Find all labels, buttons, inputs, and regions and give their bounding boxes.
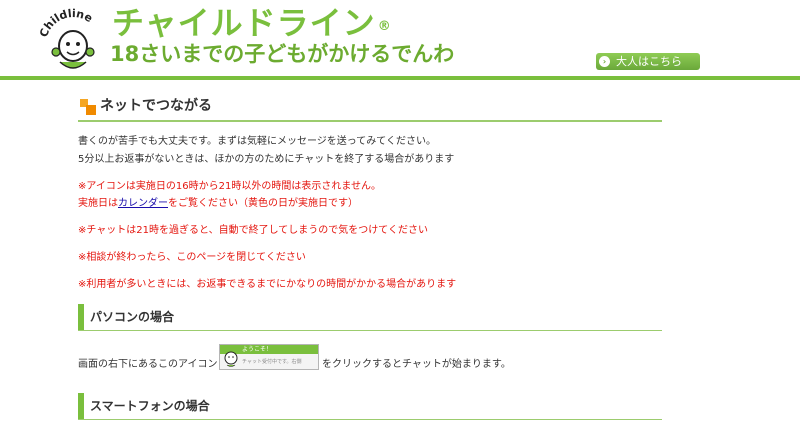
calendar-link[interactable]: カレンダー [118, 198, 168, 209]
section-title: ネットでつながる [100, 98, 212, 114]
section-heading: ネットでつながる [78, 92, 662, 122]
site-title[interactable]: チャイルドライン ® [112, 2, 392, 44]
intro-line-2: 5分以上お返事がないときは、ほかの方のためにチャットを終了する場合があります [78, 154, 455, 165]
childline-mascot-logo[interactable]: Childline [38, 4, 108, 74]
section-underline [78, 120, 662, 122]
registered-mark: ® [377, 19, 392, 34]
smartphone-heading: スマートフォンの場合 [78, 393, 662, 420]
notice-icon-hours: ※アイコンは実施日の16時から21時以外の時間は表示されません。 [78, 181, 382, 192]
intro-line-1: 書くのが苦手でも大丈夫です。まずは気軽にメッセージを送ってみてください。 [78, 136, 436, 147]
page: Childline チャイルドライン ® 18さいまでの子どもがかけるでんわ › … [0, 0, 800, 426]
smartphone-heading-underline [78, 419, 662, 420]
notice-calendar: 実施日はカレンダーをご覧ください（黄色の日が実施日です） [78, 196, 358, 212]
chat-widget-body-text: チャット受付中です。右側 [242, 359, 302, 365]
heading-bar [78, 393, 84, 419]
notice-chat-end: ※チャットは21時を過ぎると、自動で終了してしまうので気をつけてください [78, 225, 429, 236]
notice-calendar-suffix: をご覧ください（黄色の日が実施日です） [168, 198, 358, 209]
chevron-right-icon: › [599, 56, 610, 67]
notice-close-page: ※相談が終わったら、このページを閉じてください [78, 252, 306, 263]
notice-calendar-prefix: 実施日は [78, 198, 118, 209]
notice-busy: ※利用者が多いときには、お返事できるまでにかなりの時間がかかる場合があります [78, 279, 457, 290]
pc-instruction-after: をクリックするとチャットが始まります。 [322, 359, 511, 370]
heading-square-icon [86, 105, 96, 115]
chat-widget-header-text: ようこそ！ [242, 346, 273, 353]
header-divider [0, 76, 800, 80]
site-subtitle: 18さいまでの子どもがかけるでんわ [110, 42, 455, 66]
site-header: Childline チャイルドライン ® 18さいまでの子どもがかけるでんわ › … [0, 0, 800, 80]
adult-page-button[interactable]: › 大人はこちら [596, 53, 700, 70]
site-title-text: チャイルドライン [112, 4, 376, 42]
adult-page-button-label: 大人はこちら [616, 55, 682, 68]
heading-bar [78, 304, 84, 330]
chat-widget-icon-sample: ようこそ！ チャット受付中です。右側 [219, 344, 319, 370]
pc-heading-title: パソコンの場合 [90, 310, 175, 324]
pc-instruction-before: 画面の右下にあるこのアイコン [78, 359, 218, 370]
pc-heading-underline [78, 330, 662, 331]
pc-heading: パソコンの場合 [78, 304, 662, 331]
mascot-icon [224, 351, 238, 367]
smartphone-heading-title: スマートフォンの場合 [90, 399, 210, 413]
